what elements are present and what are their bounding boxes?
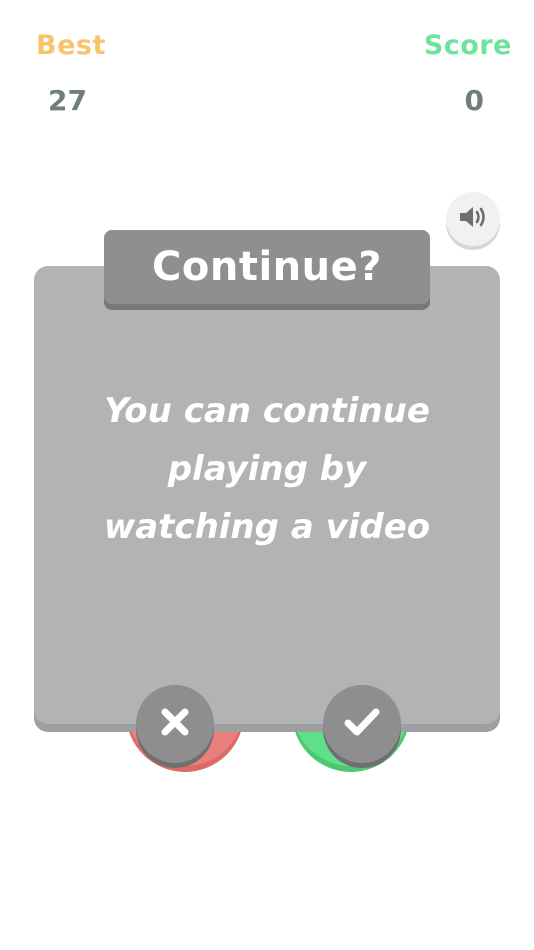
speaker-icon — [458, 204, 488, 234]
dialog-message-line: watching a video — [103, 507, 431, 547]
accept-button[interactable] — [323, 685, 401, 763]
checkmark-icon — [342, 705, 382, 743]
dialog-message: You can continue playing by watching a v… — [34, 382, 500, 556]
sound-toggle-button[interactable] — [446, 192, 500, 246]
score-label: Score — [423, 30, 512, 61]
dialog-message-line: playing by — [167, 449, 367, 489]
best-label: Best — [36, 30, 106, 61]
dialog-title: Continue? — [152, 244, 382, 290]
decline-button[interactable] — [136, 685, 214, 763]
score-value: 0 — [464, 84, 484, 117]
close-icon — [158, 705, 192, 743]
best-value: 27 — [48, 84, 87, 117]
game-screen: Best 27 Score 0 Continue? You can contin… — [0, 0, 534, 950]
dialog-message-line: You can continue — [104, 391, 430, 431]
dialog-header: Continue? — [104, 230, 430, 304]
